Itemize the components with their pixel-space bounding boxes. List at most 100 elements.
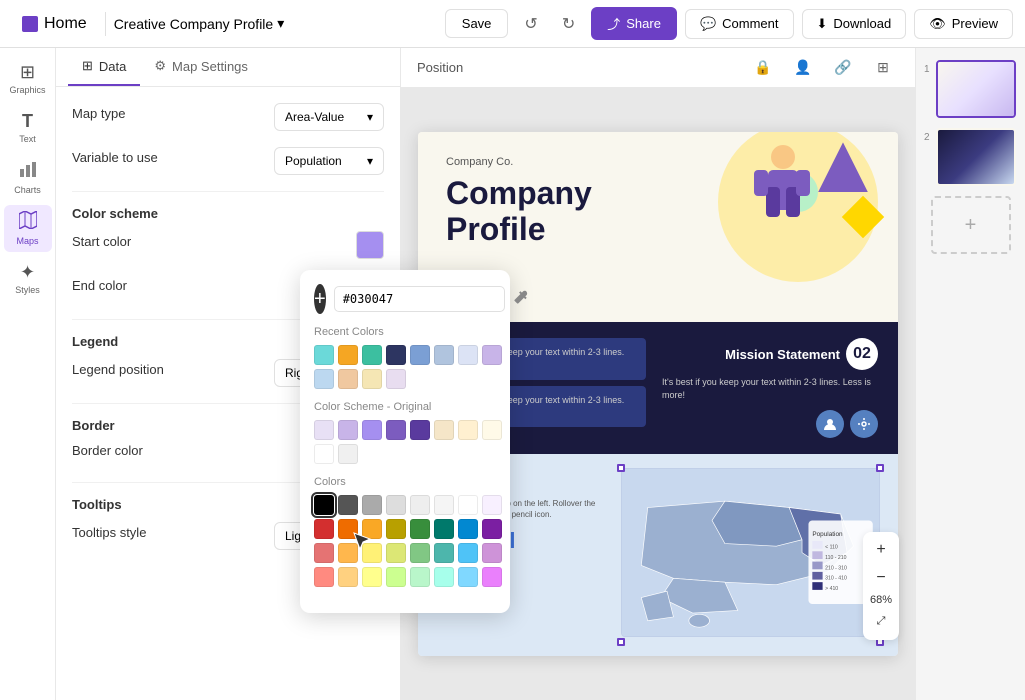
- chevron-down-icon: ▾: [367, 154, 373, 168]
- color-cell[interactable]: [314, 519, 334, 539]
- home-button[interactable]: Home: [12, 11, 97, 37]
- chevron-down-icon: ▾: [367, 110, 373, 124]
- thumb-1-num: 1: [924, 60, 930, 75]
- text-icon: T: [22, 111, 33, 132]
- resize-handle-tr[interactable]: [876, 464, 884, 472]
- color-cell[interactable]: [314, 567, 334, 587]
- color-cell[interactable]: [338, 543, 358, 563]
- fullscreen-button[interactable]: ⤢: [867, 608, 895, 636]
- undo-button[interactable]: ↺: [516, 8, 545, 40]
- thumbnail-1[interactable]: [936, 60, 1016, 118]
- download-button[interactable]: ⬇ Download: [802, 9, 907, 39]
- thumb-row-1: 1: [924, 60, 1017, 118]
- color-cell[interactable]: [338, 369, 358, 389]
- share-icon: ⤴: [607, 14, 620, 33]
- color-cell[interactable]: [386, 567, 401, 587]
- color-cell[interactable]: [338, 567, 358, 587]
- color-cell[interactable]: [362, 420, 382, 440]
- color-cell[interactable]: [362, 369, 382, 389]
- save-button[interactable]: Save: [445, 9, 509, 38]
- cp-scheme-label: Color Scheme - Original: [314, 401, 401, 413]
- color-cell[interactable]: [314, 369, 334, 389]
- cp-plus-button[interactable]: +: [314, 284, 326, 314]
- start-color-group: Start color: [72, 231, 384, 259]
- color-cell[interactable]: [362, 567, 382, 587]
- lock-button[interactable]: 🔒: [747, 52, 779, 84]
- tab-map-settings[interactable]: ⚙ Map Settings: [140, 48, 262, 86]
- zoom-level: 68%: [870, 592, 892, 608]
- color-cell[interactable]: [386, 369, 401, 389]
- start-color-swatch[interactable]: [356, 231, 384, 259]
- cp-hex-input[interactable]: [334, 286, 401, 312]
- sidebar-item-maps[interactable]: Maps: [4, 205, 52, 252]
- color-cell[interactable]: [314, 345, 334, 365]
- color-cell[interactable]: [386, 543, 401, 563]
- sidebar-item-text[interactable]: T Text: [4, 105, 52, 150]
- redo-button[interactable]: ↻: [554, 8, 583, 40]
- home-label: Home: [44, 15, 87, 33]
- zoom-in-button[interactable]: +: [867, 536, 895, 564]
- color-cell[interactable]: [338, 345, 358, 365]
- thumbnails-panel: 1 2 +: [915, 48, 1025, 700]
- cp-recent-label: Recent Colors: [314, 326, 401, 338]
- comment-icon: 💬: [700, 16, 716, 32]
- color-cell[interactable]: [362, 345, 382, 365]
- color-cell[interactable]: [338, 420, 358, 440]
- color-cell[interactable]: [386, 345, 401, 365]
- maps-icon: [19, 211, 37, 234]
- home-icon: [22, 16, 38, 32]
- map-type-group: Map type Area-Value ▾: [72, 103, 384, 131]
- graphics-icon: ⊞: [20, 62, 35, 83]
- data-tab-icon: ⊞: [82, 58, 93, 74]
- share-button[interactable]: ⤴ Share: [591, 7, 677, 40]
- color-cell[interactable]: [386, 519, 401, 539]
- color-cell[interactable]: [314, 420, 334, 440]
- variable-select[interactable]: Population ▾: [274, 147, 384, 175]
- visibility-button[interactable]: 👤: [787, 52, 819, 84]
- svg-text:Population: Population: [812, 530, 843, 537]
- tab-data[interactable]: ⊞ Data: [68, 48, 140, 86]
- resize-handle-bl[interactable]: [617, 638, 625, 646]
- color-cell[interactable]: [362, 495, 382, 515]
- color-cell[interactable]: [314, 444, 334, 464]
- person-illustration: [718, 132, 818, 232]
- cp-colors-label: Colors: [314, 476, 401, 488]
- map-container: Population < 110 110 - 210 210 - 310 310…: [621, 468, 880, 642]
- svg-text:310 - 410: 310 - 410: [825, 575, 847, 581]
- topbar-divider: [105, 12, 106, 36]
- panel-tabs: ⊞ Data ⚙ Map Settings: [56, 48, 400, 87]
- usa-map-svg: Population < 110 110 - 210 210 - 310 310…: [621, 468, 880, 637]
- sidebar-item-charts[interactable]: Charts: [4, 154, 52, 201]
- comment-button[interactable]: 💬 Comment: [685, 9, 794, 39]
- color-cell[interactable]: [386, 495, 401, 515]
- link-button[interactable]: 🔗: [827, 52, 859, 84]
- thumbnail-2[interactable]: [936, 128, 1016, 186]
- settings-panel: ⊞ Data ⚙ Map Settings Map type Area-Valu…: [56, 48, 401, 700]
- color-cell[interactable]: [338, 519, 358, 539]
- sidebar-item-styles[interactable]: ✦ Styles: [4, 256, 52, 301]
- resize-handle-tl[interactable]: [617, 464, 625, 472]
- sidebar-item-graphics[interactable]: ⊞ Graphics: [4, 56, 52, 101]
- color-cell[interactable]: [362, 543, 382, 563]
- color-cell[interactable]: [338, 444, 358, 464]
- svg-text:< 110: < 110: [825, 544, 838, 550]
- color-cell[interactable]: [386, 420, 401, 440]
- preview-button[interactable]: 👁 Preview: [914, 9, 1013, 39]
- color-cell[interactable]: [314, 495, 334, 515]
- chevron-down-icon: ▾: [277, 15, 284, 32]
- map-type-select[interactable]: Area-Value ▾: [274, 103, 384, 131]
- avatar-circle: [816, 410, 844, 438]
- color-cell[interactable]: [338, 495, 358, 515]
- grid-button[interactable]: ⊞: [867, 52, 899, 84]
- doc-title[interactable]: Creative Company Profile ▾: [114, 15, 285, 32]
- color-cell[interactable]: [362, 519, 382, 539]
- eye-icon: 👁: [929, 16, 946, 32]
- variable-group: Variable to use Population ▾: [72, 147, 384, 175]
- color-cell[interactable]: [314, 543, 334, 563]
- zoom-controls: + − 68% ⤢: [863, 532, 899, 640]
- add-slide-button[interactable]: +: [931, 196, 1011, 254]
- icon-sidebar: ⊞ Graphics T Text Charts Maps ✦ Styles: [0, 48, 56, 700]
- zoom-out-button[interactable]: −: [867, 564, 895, 592]
- styles-icon: ✦: [20, 262, 35, 283]
- svg-text:210 - 310: 210 - 310: [825, 565, 847, 571]
